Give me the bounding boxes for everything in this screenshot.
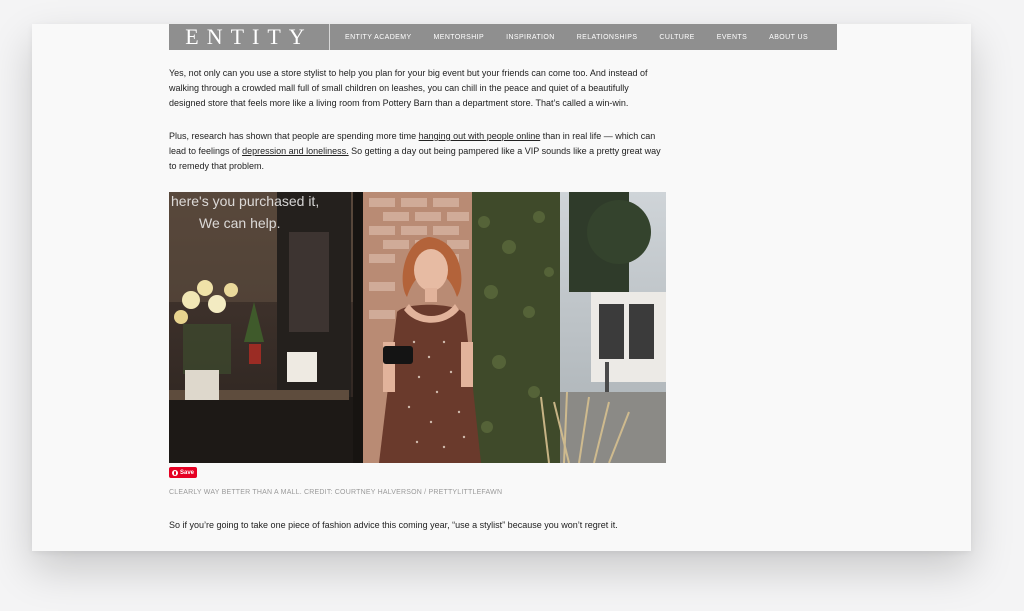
link-hanging-out-online[interactable]: hanging out with people online bbox=[419, 131, 541, 141]
site-header: ENTITY ENTITY ACADEMY MENTORSHIP INSPIRA… bbox=[169, 24, 837, 50]
save-label: Save bbox=[179, 469, 194, 476]
pinterest-save-button[interactable]: Save bbox=[169, 467, 197, 478]
site-logo[interactable]: ENTITY bbox=[169, 24, 330, 50]
nav-inspiration[interactable]: INSPIRATION bbox=[506, 34, 555, 41]
nav-relationships[interactable]: RELATIONSHIPS bbox=[577, 34, 638, 41]
image-caption: CLEARLY WAY BETTER THAN A MALL. CREDIT: … bbox=[169, 489, 503, 496]
pinterest-icon bbox=[171, 469, 178, 476]
nav-mentorship[interactable]: MENTORSHIP bbox=[434, 34, 485, 41]
article-photo: here's you purchased it, We can help. bbox=[169, 192, 666, 463]
window-lettering-2: We can help. bbox=[199, 215, 280, 231]
window-lettering-1: here's you purchased it, bbox=[171, 193, 319, 209]
article-paragraph-2: Plus, research has shown that people are… bbox=[169, 129, 667, 174]
article-paragraph-3: So if you’re going to take one piece of … bbox=[169, 520, 618, 530]
link-depression-loneliness[interactable]: depression and loneliness. bbox=[242, 146, 349, 156]
nav-events[interactable]: EVENTS bbox=[717, 34, 747, 41]
article-paragraph-1: Yes, not only can you use a store stylis… bbox=[169, 68, 648, 108]
logo-text: ENTITY bbox=[185, 24, 313, 49]
article-image: here's you purchased it, We can help. bbox=[169, 192, 666, 463]
nav-culture[interactable]: CULTURE bbox=[659, 34, 694, 41]
para2-text-a: Plus, research has shown that people are… bbox=[169, 131, 419, 141]
nav-entity-academy[interactable]: ENTITY ACADEMY bbox=[345, 34, 412, 41]
nav-about-us[interactable]: ABOUT US bbox=[769, 34, 808, 41]
main-nav: ENTITY ACADEMY MENTORSHIP INSPIRATION RE… bbox=[345, 34, 830, 41]
